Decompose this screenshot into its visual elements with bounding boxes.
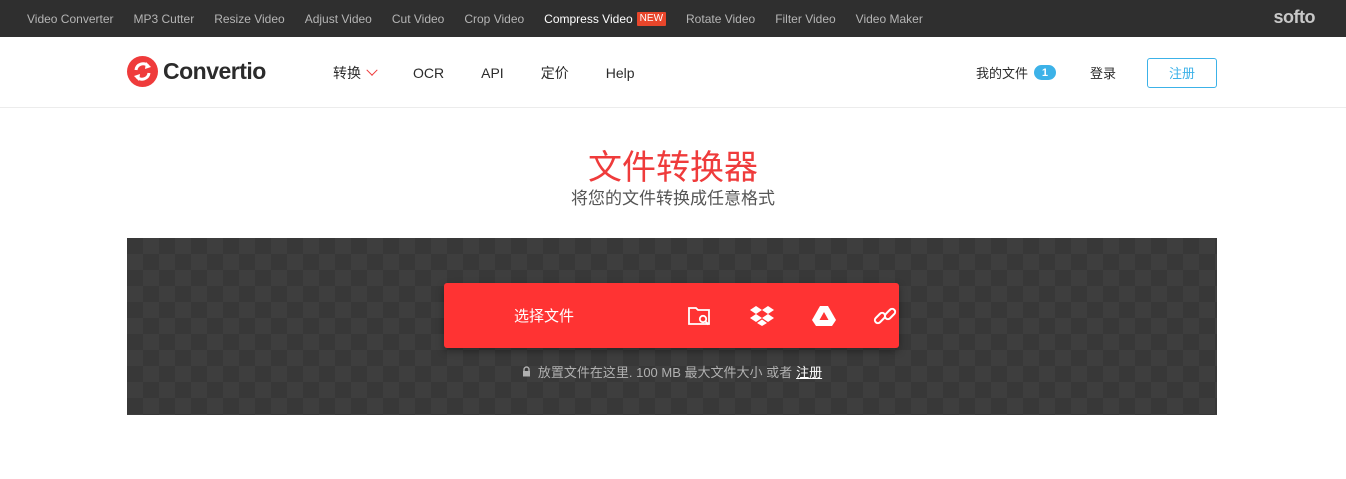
- signup-button[interactable]: 注册: [1147, 57, 1217, 88]
- new-badge: NEW: [636, 11, 667, 26]
- page-subtitle: 将您的文件转换成任意格式: [571, 189, 775, 208]
- choose-files-label: 选择文件: [514, 308, 575, 325]
- top-link-video-maker[interactable]: Video Maker: [856, 12, 923, 26]
- convertio-logo-icon: [127, 56, 158, 87]
- my-files-label: 我的文件: [975, 66, 1028, 81]
- top-bar: Video Converter MP3 Cutter Resize Video …: [0, 0, 1346, 37]
- upload-signup-link[interactable]: 注册: [796, 362, 822, 381]
- top-link-adjust-video[interactable]: Adjust Video: [305, 12, 372, 26]
- nav-convert[interactable]: 转换: [333, 63, 378, 83]
- logo-text: Convertio: [163, 58, 266, 84]
- main-header: Convertio 转换 OCR API 定价 Help 我的文件 1 登录 注…: [0, 37, 1346, 108]
- link-icon[interactable]: [871, 302, 899, 330]
- upload-hint: 放置文件在这里. 100 MB 最大文件大小 或者 注册: [127, 362, 1217, 381]
- google-drive-icon[interactable]: [810, 302, 838, 330]
- my-files-count-badge: 1: [1033, 65, 1056, 80]
- nav-pricing[interactable]: 定价: [541, 63, 569, 83]
- my-files-link[interactable]: 我的文件 1: [976, 63, 1056, 82]
- top-link-filter-video[interactable]: Filter Video: [775, 12, 835, 26]
- chevron-down-icon: [366, 64, 378, 76]
- login-link[interactable]: 登录: [1090, 63, 1116, 82]
- page-title: 文件转换器: [588, 149, 758, 187]
- nav-api[interactable]: API: [481, 65, 504, 81]
- choose-files-button[interactable]: 选择文件: [444, 283, 899, 348]
- upload-drop-zone[interactable]: 选择文件 放置文件在这里. 100 MB 最大文件大小 或者 注册: [127, 238, 1217, 415]
- top-link-mp3-cutter[interactable]: MP3 Cutter: [134, 12, 195, 26]
- top-link-compress-video[interactable]: Compress Video NEW: [544, 11, 667, 26]
- top-link-compress-video-label: Compress Video: [544, 11, 633, 26]
- softo-logo[interactable]: softo: [1274, 7, 1316, 28]
- nav-convert-label: 转换: [333, 64, 361, 81]
- folder-search-icon[interactable]: [686, 302, 714, 330]
- top-link-crop-video[interactable]: Crop Video: [464, 12, 524, 26]
- top-link-resize-video[interactable]: Resize Video: [214, 12, 285, 26]
- header-right: 我的文件 1 登录 注册: [976, 37, 1217, 108]
- lock-icon: [522, 366, 531, 377]
- upload-hint-text: 放置文件在这里. 100 MB 最大文件大小 或者: [537, 365, 793, 380]
- nav-help[interactable]: Help: [606, 65, 635, 81]
- convertio-logo[interactable]: Convertio: [127, 56, 266, 87]
- nav-ocr[interactable]: OCR: [413, 65, 444, 81]
- main-nav: 转换 OCR API 定价 Help: [333, 37, 672, 108]
- top-link-cut-video[interactable]: Cut Video: [392, 12, 444, 26]
- top-link-rotate-video[interactable]: Rotate Video: [686, 12, 755, 26]
- top-link-video-converter[interactable]: Video Converter: [27, 12, 114, 26]
- top-links: Video Converter MP3 Cutter Resize Video …: [0, 0, 943, 37]
- dropbox-icon[interactable]: [748, 302, 776, 330]
